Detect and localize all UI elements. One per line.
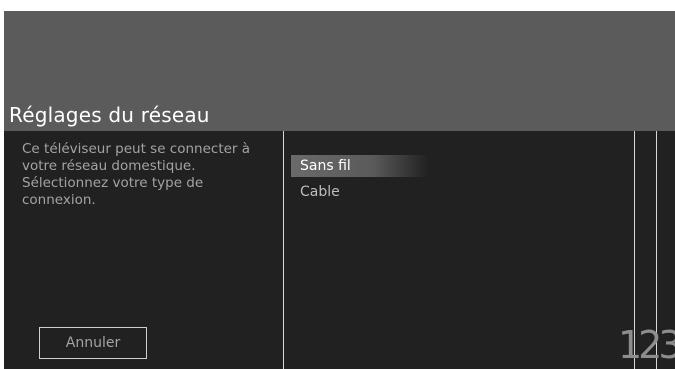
description-text: Ce téléviseur peut se connecter à votre … (22, 141, 251, 208)
page-title: Réglages du réseau (9, 103, 210, 127)
option-cable[interactable]: Cable (291, 181, 340, 203)
cancel-button[interactable]: Annuler (39, 327, 147, 359)
option-sans-fil[interactable]: Sans fil (291, 155, 428, 177)
channel-number: 123 (618, 323, 675, 367)
column-divider (283, 131, 284, 369)
